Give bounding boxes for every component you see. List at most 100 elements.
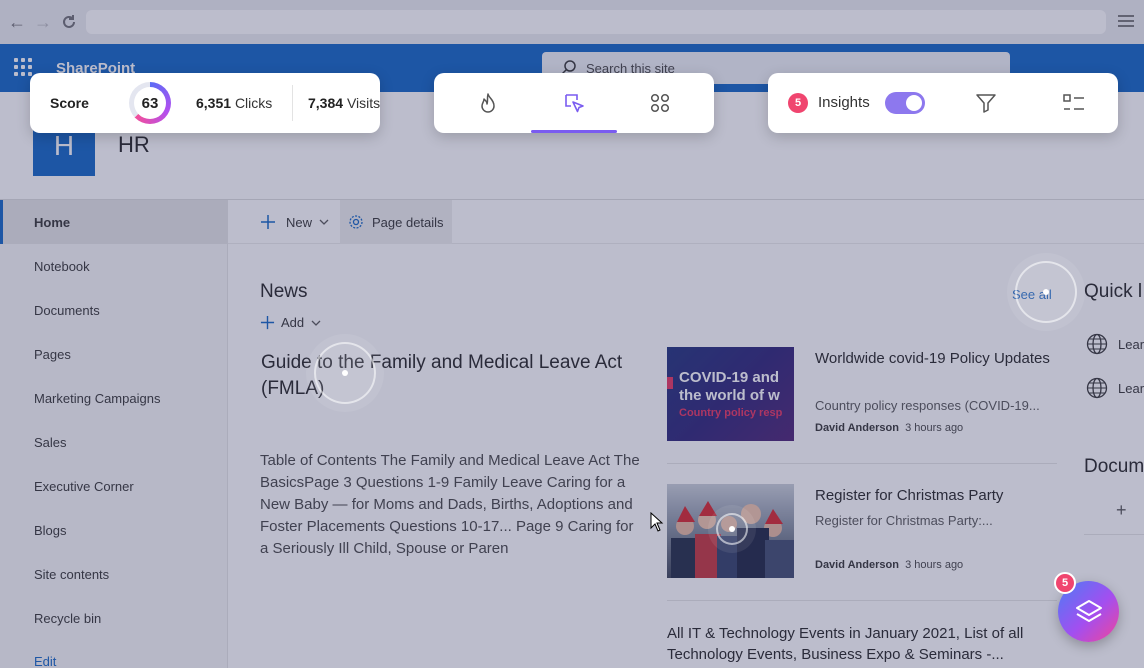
site-title[interactable]: HR (118, 132, 150, 158)
clicks-label: Clicks (234, 95, 273, 111)
grid-mode-button[interactable] (617, 73, 703, 133)
author-name[interactable]: David Anderson (815, 422, 899, 434)
toggle-knob (906, 95, 922, 111)
forward-icon[interactable]: → (30, 9, 56, 35)
globe-icon (1086, 377, 1108, 399)
chevron-down-icon (319, 219, 329, 225)
gear-icon (349, 215, 363, 229)
thumbnail-text: COVID-19 and (679, 369, 780, 386)
filter-button[interactable] (975, 92, 997, 119)
feature-news-description: Table of Contents The Family and Medical… (260, 452, 640, 557)
app-launcher-icon[interactable] (14, 58, 32, 76)
quick-link-item[interactable]: Lear (1086, 333, 1144, 355)
visits-value: 7,384 (308, 95, 344, 111)
score-value: 63 (134, 87, 166, 119)
new-button[interactable]: New (260, 200, 330, 244)
clicks-stat: 6,351 Clicks (196, 95, 272, 111)
news-item-events-title[interactable]: All IT & Technology Events in January 20… (667, 623, 1057, 665)
score-label: Score (50, 95, 89, 111)
nav-item-marketing-campaigns[interactable]: Marketing Campaigns (0, 376, 228, 420)
heatmap-mode-button[interactable] (445, 73, 531, 133)
nav-item-label: Executive Corner (34, 478, 134, 494)
news-item-title[interactable]: Worldwide covid-19 Policy Updates (815, 348, 1055, 369)
stat-divider (292, 85, 293, 121)
nav-item-label: Blogs (34, 522, 67, 538)
nav-item-executive-corner[interactable]: Executive Corner (0, 464, 228, 508)
quick-link-label: Lear (1118, 336, 1144, 352)
left-navigation: Home Notebook Documents Pages Marketing … (0, 200, 228, 668)
news-item-title[interactable]: Register for Christmas Party (815, 485, 1055, 506)
visits-stat: 7,384 Visits (308, 95, 380, 111)
layers-icon (1075, 599, 1102, 622)
nav-item-edit[interactable]: Edit (0, 640, 228, 668)
plus-icon (260, 315, 275, 330)
page-details-label: Page details (372, 214, 444, 230)
clicks-value: 6,351 (196, 95, 232, 111)
news-add-button[interactable]: Add (260, 315, 322, 330)
insights-label: Insights (818, 94, 870, 111)
nav-item-label: Pages (34, 346, 71, 362)
news-item-covid[interactable]: COVID-19 and the world of w Country poli… (667, 347, 1057, 447)
address-bar[interactable] (86, 10, 1106, 34)
view-mode-card (434, 73, 714, 133)
plus-icon (261, 215, 275, 229)
globe-icon (1086, 333, 1108, 355)
quick-link-label: Lear (1118, 380, 1144, 396)
click-hotspot[interactable] (1015, 261, 1077, 323)
nav-item-label: Sales (34, 434, 67, 450)
documents-divider (1084, 534, 1144, 535)
nav-item-blogs[interactable]: Blogs (0, 508, 228, 552)
nav-item-label: Marketing Campaigns (34, 390, 161, 406)
nav-item-pages[interactable]: Pages (0, 332, 228, 376)
click-hotspot[interactable] (314, 342, 376, 404)
nav-item-label: Site contents (34, 566, 110, 582)
page-details-button[interactable]: Page details (340, 200, 452, 244)
nav-item-label: Documents (34, 302, 100, 318)
quick-links-heading: Quick l (1084, 281, 1143, 302)
nav-item-sales[interactable]: Sales (0, 420, 228, 464)
insights-toggle[interactable] (885, 92, 925, 114)
news-item-subtitle: Country policy responses (COVID-19... (815, 398, 1040, 413)
documents-heading: Docum (1084, 456, 1144, 477)
nav-item-documents[interactable]: Documents (0, 288, 228, 332)
filter-icon (976, 94, 996, 113)
nav-item-notebook[interactable]: Notebook (0, 244, 228, 288)
quick-link-item[interactable]: Lear (1086, 377, 1144, 399)
click-hotspot[interactable] (716, 513, 748, 545)
nav-item-site-contents[interactable]: Site contents (0, 552, 228, 596)
nav-item-label: Recycle bin (34, 610, 102, 626)
back-icon[interactable]: ← (4, 9, 30, 35)
flame-icon (481, 93, 495, 113)
insights-card: 5 Insights (768, 73, 1118, 133)
nav-item-home[interactable]: Home (0, 200, 228, 244)
author-name[interactable]: David Anderson (815, 559, 899, 571)
add-label: Add (281, 315, 305, 330)
browser-toolbar: ← → (0, 0, 1144, 44)
list-view-button[interactable] (1062, 92, 1086, 119)
command-bar: New Page details (228, 200, 1144, 244)
insights-badge: 5 (788, 93, 808, 113)
grid-icon (650, 93, 670, 113)
news-item-meta: David Anderson 3 hours ago (815, 559, 963, 571)
nav-item-label: Edit (34, 654, 57, 668)
news-item-meta: David Anderson 3 hours ago (815, 422, 963, 434)
news-item-subtitle: Register for Christmas Party:... (815, 513, 993, 528)
score-ring[interactable]: 63 (129, 82, 171, 124)
news-thumbnail[interactable]: COVID-19 and the world of w Country poli… (667, 347, 794, 441)
nav-item-recycle-bin[interactable]: Recycle bin (0, 596, 228, 640)
click-mode-button[interactable] (531, 73, 617, 133)
thumbnail-text: Country policy resp (679, 407, 783, 419)
new-label: New (286, 214, 313, 230)
reload-icon[interactable] (56, 9, 82, 35)
score-card: Score 63 6,351 Clicks 7,384 Visits (30, 73, 380, 133)
fab-badge: 5 (1054, 572, 1076, 594)
visits-label: Visits (346, 95, 381, 111)
documents-new-icon[interactable]: + (1116, 500, 1127, 521)
browser-menu-icon[interactable] (1118, 12, 1134, 32)
thumbnail-text: the world of w (679, 387, 780, 404)
list-icon (1063, 94, 1084, 110)
news-divider (667, 600, 1057, 601)
mouse-cursor-icon (650, 512, 664, 532)
post-time: 3 hours ago (905, 422, 964, 434)
nav-item-label: Notebook (34, 258, 90, 274)
